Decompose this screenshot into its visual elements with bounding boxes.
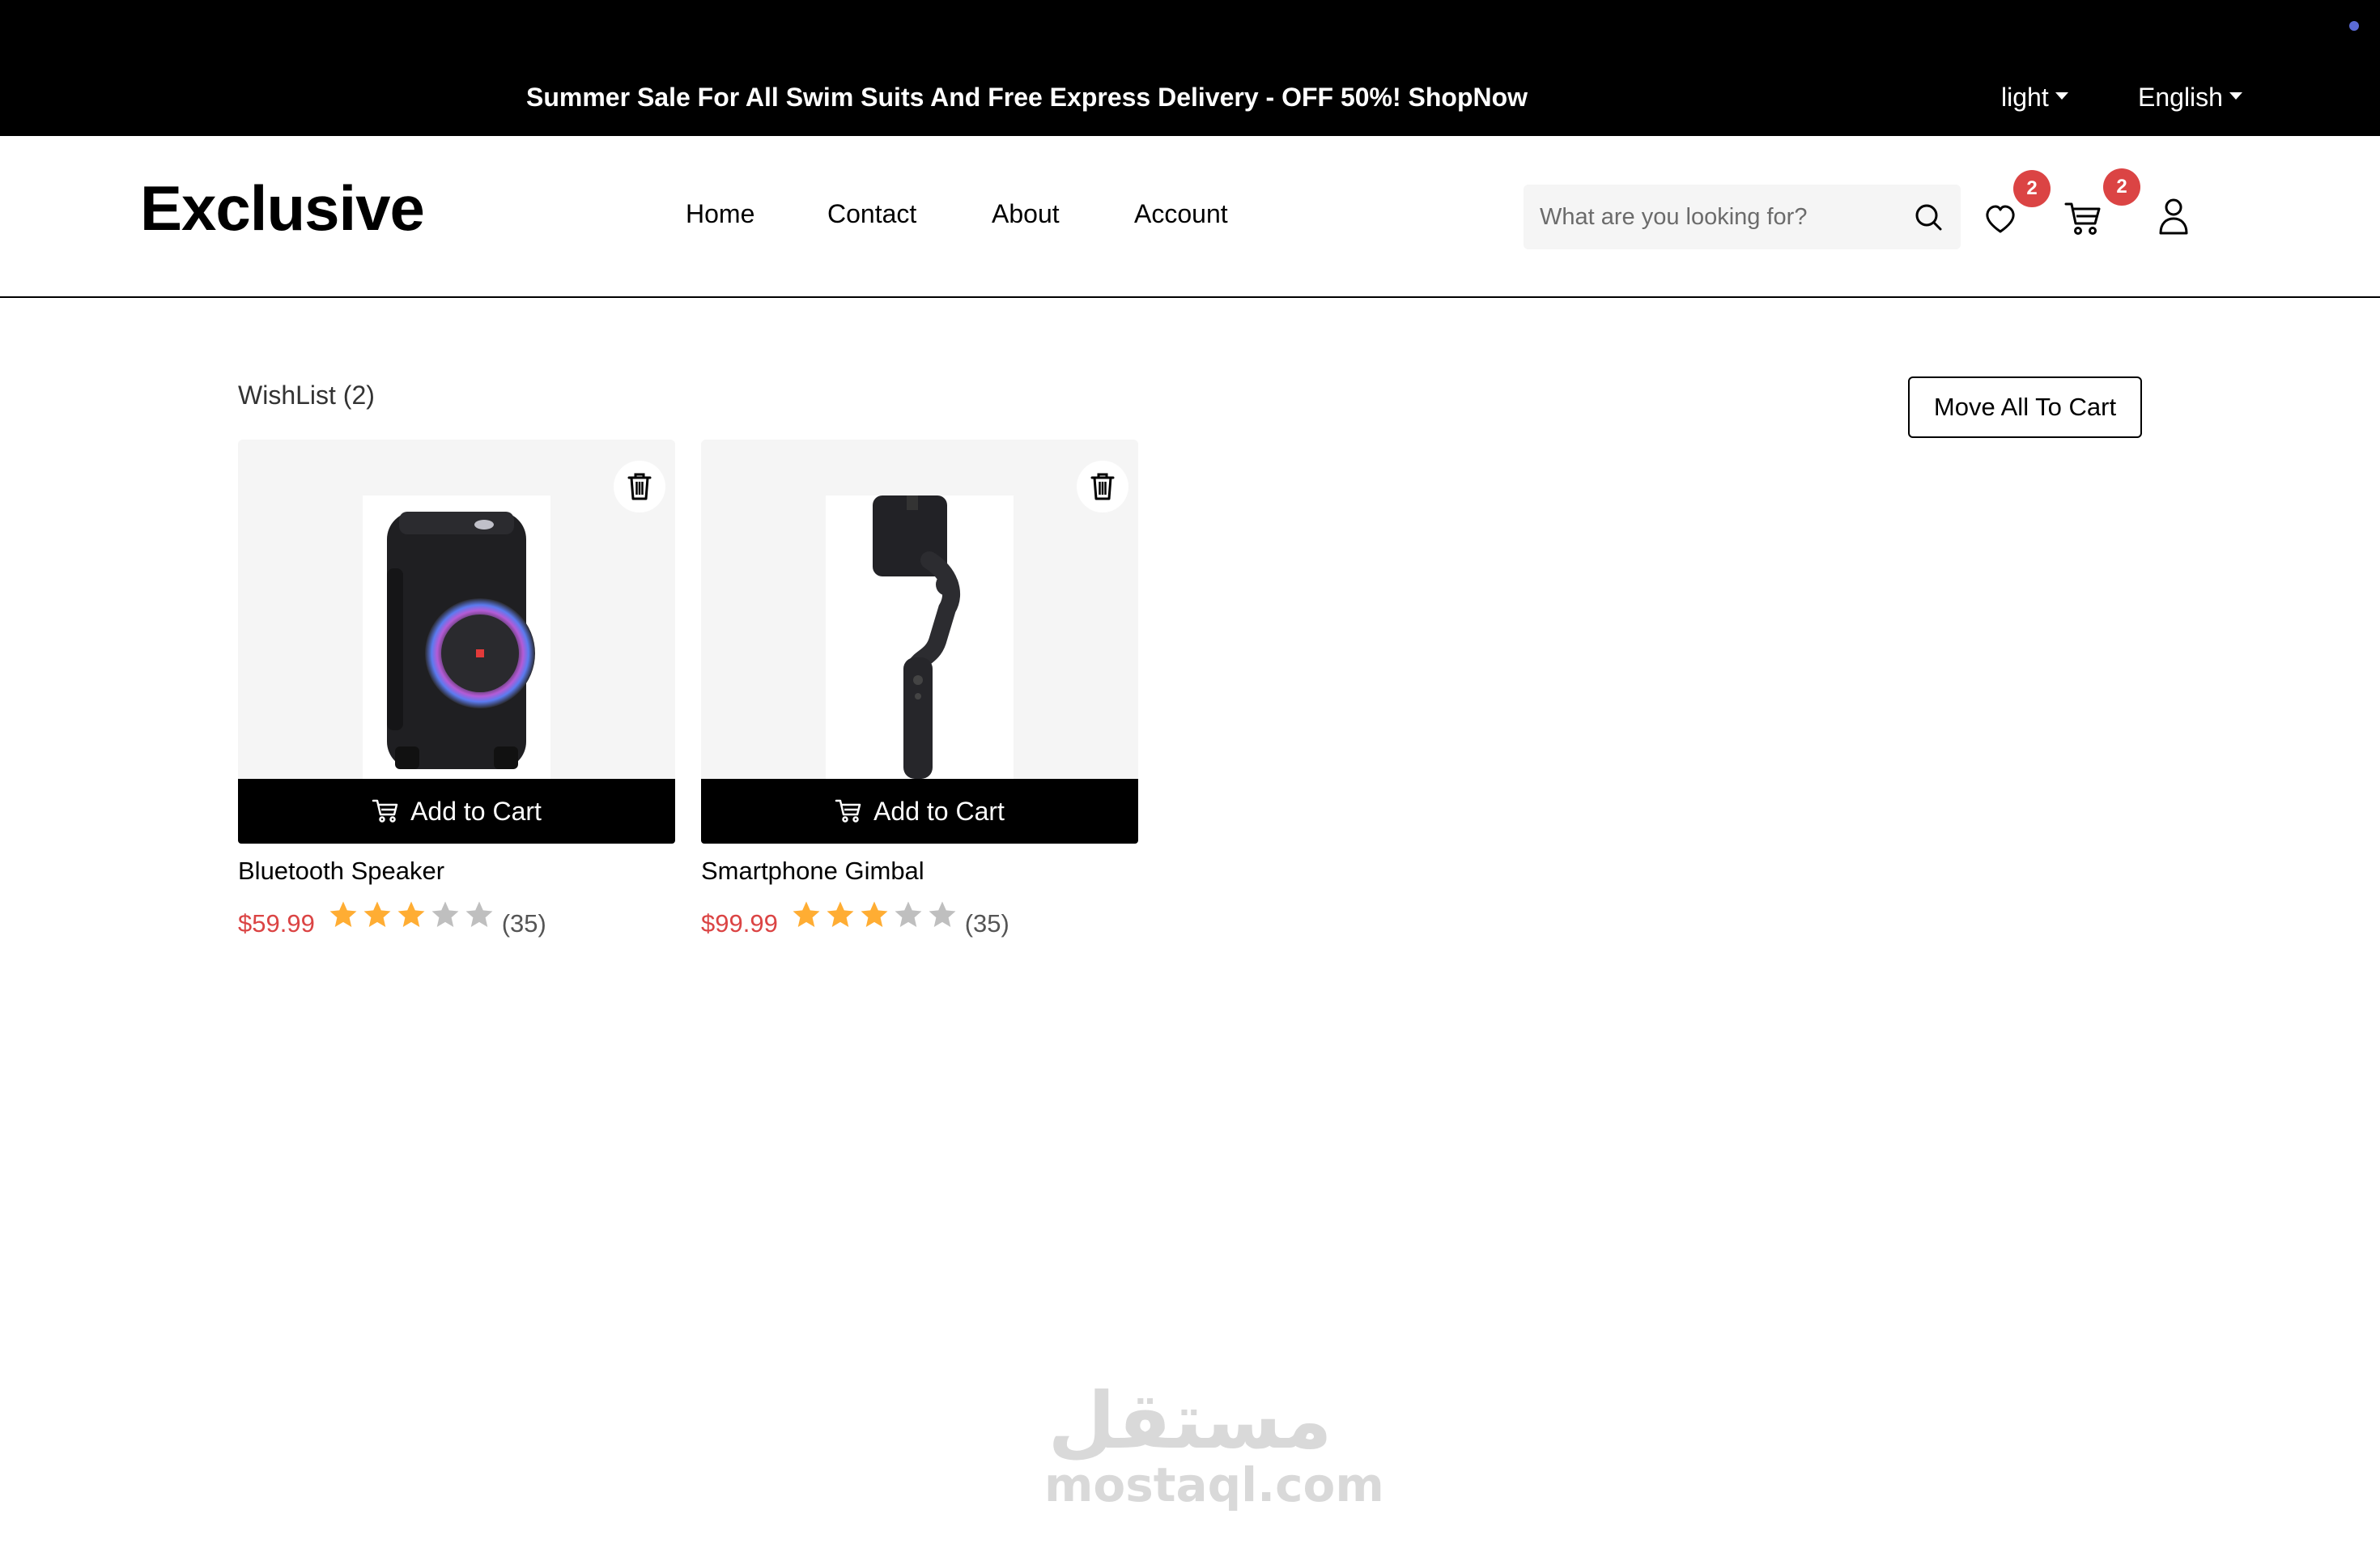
nav-item-about[interactable]: About [992,198,1060,230]
search-input[interactable] [1540,185,1896,249]
star-rating [791,899,961,943]
add-to-cart-label: Add to Cart [873,797,1005,826]
watermark: مستقل mostaql.com [1044,1376,1384,1522]
review-count: (35) [501,909,546,938]
star-rating [328,899,498,943]
move-all-to-cart-button[interactable]: Move All To Cart [1908,376,2142,438]
product-name[interactable]: Smartphone Gimbal [701,855,924,887]
cart-icon [835,799,861,823]
cart-count-badge: 2 [2103,168,2140,206]
product-price: $99.99 [701,909,778,938]
status-dot [2349,21,2359,31]
speaker-illustration [387,512,535,769]
nav-item-home[interactable]: Home [686,198,754,230]
star-filled-icon [363,901,391,927]
language-dropdown-label: English [2138,83,2223,112]
logo[interactable]: Exclusive [140,172,425,245]
product-image-area [238,440,675,779]
theme-dropdown-label: light [2001,83,2049,112]
product-name[interactable]: Bluetooth Speaker [238,855,444,887]
remove-from-wishlist-button[interactable] [1077,461,1128,512]
smartphone-gimbal-image[interactable] [826,495,1014,779]
product-price-row: $99.99 (35) [701,901,1009,938]
theme-dropdown[interactable]: light [2001,77,2068,117]
cart-button[interactable] [2063,198,2103,238]
star-filled-icon [397,901,425,927]
promo-banner-text[interactable]: Summer Sale For All Swim Suits And Free … [526,77,1528,117]
chevron-down-icon [2229,92,2242,100]
watermark-arabic: مستقل [1048,1376,1332,1466]
star-filled-icon [329,901,357,927]
add-to-cart-button[interactable]: Add to Cart [238,779,675,844]
product-image-area [701,440,1138,779]
chevron-down-icon [2055,92,2068,100]
bluetooth-speaker-image[interactable] [363,495,550,779]
trash-icon [1090,473,1115,500]
account-button[interactable] [2155,196,2192,236]
star-empty-icon [895,901,922,927]
language-dropdown[interactable]: English [2138,77,2242,117]
star-empty-icon [465,901,493,927]
review-count: (35) [964,909,1009,938]
cart-icon [372,799,398,823]
user-icon [2159,198,2188,235]
star-empty-icon [431,901,459,927]
wishlist-count-badge: 2 [2013,170,2051,207]
gimbal-illustration [873,495,960,779]
star-filled-icon [793,901,820,927]
nav-item-contact[interactable]: Contact [827,198,916,230]
wishlist-button[interactable] [1982,201,2019,238]
nav-item-account[interactable]: Account [1134,198,1228,230]
heart-icon [1986,205,2015,233]
search-icon[interactable] [1912,201,1944,233]
star-filled-icon [827,901,854,927]
product-price-row: $59.99 (35) [238,901,546,938]
search-box [1524,185,1961,249]
wishlist-title: WishList (2) [238,381,375,410]
star-empty-icon [929,901,956,927]
product-price: $59.99 [238,909,315,938]
remove-from-wishlist-button[interactable] [614,461,665,512]
watermark-latin: mostaql.com [1044,1457,1384,1512]
add-to-cart-label: Add to Cart [410,797,542,826]
top-announcement-bar: Summer Sale For All Swim Suits And Free … [0,0,2380,136]
cart-icon [2064,202,2101,235]
star-filled-icon [861,901,888,927]
site-header: Exclusive Home Contact About Account 2 2 [0,136,2380,298]
add-to-cart-button[interactable]: Add to Cart [701,779,1138,844]
trash-icon [627,473,652,500]
